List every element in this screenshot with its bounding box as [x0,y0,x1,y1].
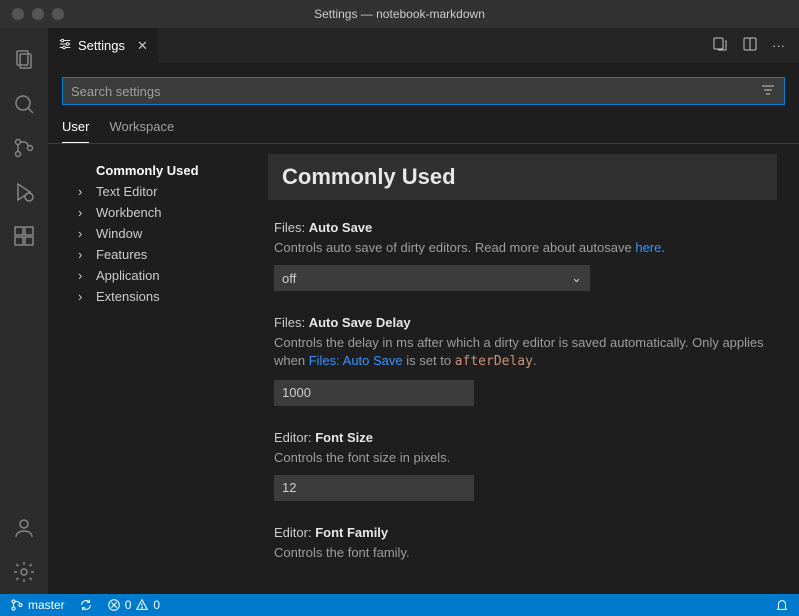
scope-tabs: User Workspace [48,113,799,144]
select-value: off [282,271,296,286]
sync-icon[interactable] [79,598,93,612]
scope-tab-user[interactable]: User [62,119,89,143]
toc-label: Text Editor [96,184,157,199]
section-heading: Commonly Used [268,154,777,200]
toc-label: Workbench [96,205,162,220]
titlebar: Settings — notebook-markdown [0,0,799,28]
setting-name: Auto Save [309,220,373,235]
auto-save-delay-input[interactable] [274,380,474,406]
minimize-window-icon[interactable] [32,8,44,20]
tab-settings[interactable]: Settings ✕ [48,28,158,63]
tab-label: Settings [78,38,125,53]
explorer-icon[interactable] [0,38,48,82]
toc-item-commonly-used[interactable]: Commonly Used [78,160,258,181]
auto-save-select[interactable]: off ⌄ [274,265,590,291]
toc-label: Application [96,268,160,283]
setting-editor-font-size: Editor: Font Size Controls the font size… [268,426,777,521]
setting-description: Controls the delay in ms after which a d… [274,334,771,371]
branch-indicator[interactable]: master [10,598,65,612]
open-settings-json-icon[interactable] [712,36,728,55]
auto-save-link[interactable]: Files: Auto Save [309,353,403,368]
chevron-right-icon: › [78,226,92,241]
toc-label: Features [96,247,147,262]
maximize-window-icon[interactable] [52,8,64,20]
toc-item-window[interactable]: › Window [78,223,258,244]
font-size-input[interactable] [274,475,474,501]
extensions-icon[interactable] [0,214,48,258]
close-tab-icon[interactable]: ✕ [131,38,148,54]
notifications-icon[interactable] [775,598,789,612]
chevron-right-icon: › [78,289,92,304]
toc-label: Commonly Used [96,163,199,178]
more-actions-icon[interactable]: ··· [772,38,785,53]
window-controls [0,8,64,20]
code-literal: afterDelay [455,354,533,369]
autosave-help-link[interactable]: here [635,240,661,255]
setting-category: Editor: [274,430,312,445]
warning-count: 0 [153,598,160,612]
search-settings-input[interactable] [71,84,760,99]
search-settings-box[interactable] [62,77,785,105]
chevron-right-icon: › [78,247,92,262]
settings-gear-icon[interactable] [0,550,48,594]
filter-icon[interactable] [760,82,776,101]
error-count: 0 [125,598,132,612]
window-title: Settings — notebook-markdown [0,7,799,21]
chevron-right-icon: › [78,268,92,283]
toc-item-text-editor[interactable]: › Text Editor [78,181,258,202]
toc-label: Extensions [96,289,160,304]
tab-bar: Settings ✕ ··· [48,28,799,63]
setting-name: Font Family [315,525,388,540]
toc-item-extensions[interactable]: › Extensions [78,286,258,307]
setting-files-auto-save: Files: Auto Save Controls auto save of d… [268,216,777,311]
toc-item-features[interactable]: › Features [78,244,258,265]
chevron-down-icon: ⌄ [571,270,582,286]
accounts-icon[interactable] [0,506,48,550]
search-icon[interactable] [0,82,48,126]
problems-indicator[interactable]: 0 0 [107,598,160,612]
run-debug-icon[interactable] [0,170,48,214]
settings-list[interactable]: Commonly Used Files: Auto Save Controls … [258,144,799,594]
chevron-right-icon: › [78,205,92,220]
settings-tab-icon [58,37,72,54]
scope-tab-workspace[interactable]: Workspace [109,119,174,143]
source-control-icon[interactable] [0,126,48,170]
setting-description: Controls the font size in pixels. [274,449,771,467]
toc-item-workbench[interactable]: › Workbench [78,202,258,223]
settings-toc: Commonly Used › Text Editor › Workbench … [48,144,258,594]
setting-name: Font Size [315,430,373,445]
setting-category: Files: [274,315,305,330]
setting-category: Files: [274,220,305,235]
close-window-icon[interactable] [12,8,24,20]
setting-category: Editor: [274,525,312,540]
setting-name: Auto Save Delay [309,315,411,330]
activity-bar [0,28,48,594]
setting-description: Controls the font family. [274,544,771,562]
branch-name: master [28,598,65,612]
setting-editor-font-family: Editor: Font Family Controls the font fa… [268,521,777,590]
setting-files-auto-save-delay: Files: Auto Save Delay Controls the dela… [268,311,777,425]
chevron-right-icon: › [78,184,92,199]
toc-item-application[interactable]: › Application [78,265,258,286]
status-bar: master 0 0 [0,594,799,616]
split-editor-icon[interactable] [742,36,758,55]
setting-description: Controls auto save of dirty editors. Rea… [274,239,771,257]
toc-label: Window [96,226,142,241]
